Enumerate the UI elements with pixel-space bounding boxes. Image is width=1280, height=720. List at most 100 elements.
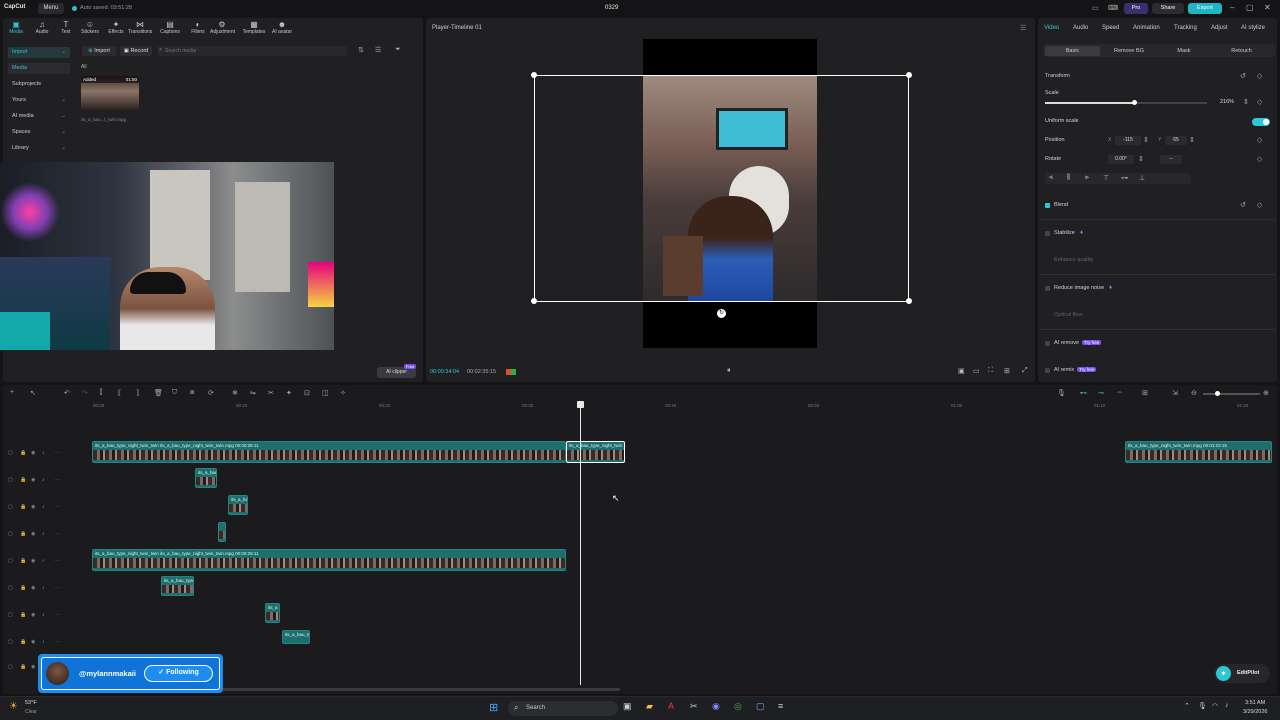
- shield-icon[interactable]: ⛉: [172, 389, 177, 397]
- stepper-icon[interactable]: ⇕: [1138, 155, 1144, 163]
- split-right-icon[interactable]: ⟧: [136, 389, 139, 397]
- tray-arrow-icon[interactable]: ⌃: [1184, 702, 1190, 710]
- audio-icon[interactable]: ♪: [42, 639, 45, 645]
- track-cover-icon[interactable]: ▢: [8, 612, 13, 618]
- lock-icon[interactable]: 🔒: [20, 612, 26, 618]
- video-clip[interactable]: its_a: [265, 603, 280, 623]
- align-left-icon[interactable]: ⫷: [1049, 174, 1053, 182]
- track-cover-icon[interactable]: ▢: [8, 639, 13, 645]
- align-middle-icon[interactable]: ⊶: [1121, 174, 1128, 182]
- maximize-icon[interactable]: ▢: [1246, 3, 1254, 12]
- audio-icon[interactable]: ♪: [42, 477, 45, 483]
- track-cover-icon[interactable]: ▢: [8, 558, 13, 564]
- app-icon[interactable]: ▢: [756, 701, 765, 712]
- ai-remix-checkbox[interactable]: [1045, 368, 1050, 373]
- file-explorer-icon[interactable]: ▰: [646, 701, 653, 712]
- capcut-taskbar-icon[interactable]: ≡: [778, 701, 783, 711]
- magnet-icon[interactable]: ⊷: [1080, 389, 1087, 397]
- speed-icon[interactable]: ⟳: [208, 389, 214, 397]
- video-clip[interactable]: its_a_bau_type_night_twin_twin its_a_bau…: [92, 549, 566, 571]
- scale-value[interactable]: 216%: [1220, 99, 1234, 105]
- track-cover-icon[interactable]: ▢: [8, 504, 13, 510]
- track-cover-icon[interactable]: ▢: [8, 477, 13, 483]
- link-icon[interactable]: ⊸: [1098, 389, 1104, 397]
- audio-icon[interactable]: ♪: [42, 585, 45, 591]
- track-cover-icon[interactable]: ▢: [8, 585, 13, 591]
- resize-handle[interactable]: [531, 72, 537, 78]
- reduce-noise-checkbox[interactable]: [1045, 286, 1050, 291]
- keyframe-icon[interactable]: ◇: [1257, 155, 1262, 163]
- keyframe-icon[interactable]: ◇: [1257, 72, 1262, 80]
- audio-icon[interactable]: ♪: [42, 504, 45, 510]
- toolbar-item-effects[interactable]: ✦ Effects: [104, 20, 128, 35]
- audio-icon[interactable]: ♪: [42, 531, 45, 537]
- import-button[interactable]: ⊕ Import: [82, 46, 116, 56]
- track-more-icon[interactable]: ⋯: [55, 639, 60, 645]
- track-cover-icon[interactable]: ▢: [8, 664, 13, 670]
- zoom-out-icon[interactable]: ⊖: [1191, 389, 1197, 397]
- zoom-slider-knob[interactable]: [1215, 391, 1220, 396]
- position-y-input[interactable]: 65: [1165, 136, 1187, 145]
- export-button[interactable]: Export: [1188, 3, 1222, 14]
- mic-tray-icon[interactable]: 🎙: [1198, 702, 1207, 710]
- toolbar-item-templates[interactable]: ▦ Templates: [242, 20, 266, 35]
- zoom-in-icon[interactable]: ⊕: [1263, 389, 1269, 397]
- snap-icon[interactable]: ⊞: [1142, 389, 1148, 397]
- windows-start-icon[interactable]: ⊞: [489, 701, 498, 714]
- taskbar-search[interactable]: ⌕ Search: [508, 701, 618, 716]
- subtab-mask[interactable]: Mask: [1158, 46, 1210, 56]
- uniform-scale-toggle[interactable]: [1252, 118, 1270, 126]
- ai-remove-checkbox[interactable]: [1045, 341, 1050, 346]
- subtab-remove-bg[interactable]: Remove BG: [1103, 46, 1155, 56]
- layout-icon[interactable]: ▭: [1092, 4, 1099, 12]
- sidebar-item-subprojects[interactable]: Subprojects: [8, 79, 70, 90]
- ratio-icon[interactable]: ▭: [973, 367, 980, 375]
- pro-button[interactable]: Pro: [1124, 3, 1148, 14]
- view-icon[interactable]: ☰: [375, 46, 381, 54]
- playhead-handle[interactable]: [577, 401, 584, 408]
- minimize-icon[interactable]: –: [1230, 3, 1234, 12]
- capcut-icon[interactable]: ✂: [690, 701, 698, 712]
- sidebar-item-ai-media[interactable]: AI media →: [8, 111, 70, 122]
- lock-icon[interactable]: 🔒: [20, 450, 26, 456]
- undo-icon[interactable]: ↶: [64, 389, 70, 397]
- rotate-input[interactable]: 0.00°: [1108, 155, 1134, 164]
- tab-animation[interactable]: Animation: [1133, 25, 1160, 31]
- lock-icon[interactable]: 🔒: [20, 639, 26, 645]
- track-more-icon[interactable]: ⋯: [55, 612, 60, 618]
- stepper-icon[interactable]: ⇕: [1243, 98, 1249, 106]
- split-icon[interactable]: ⫿: [100, 389, 102, 397]
- lock-icon[interactable]: 🔒: [20, 504, 26, 510]
- tab-tracking[interactable]: Tracking: [1174, 25, 1197, 31]
- video-clip[interactable]: its_a_bau_ty: [282, 630, 310, 644]
- video-clip[interactable]: its_a_bau: [195, 468, 217, 488]
- track-more-icon[interactable]: ⋯: [55, 450, 60, 456]
- project-name[interactable]: 0329: [605, 5, 618, 11]
- video-clip[interactable]: its_a_bau_type_night_twin_twin its_a_bau…: [92, 441, 566, 463]
- eye-icon[interactable]: ◉: [31, 450, 35, 456]
- toolbar-item-media[interactable]: ▣ Media: [4, 20, 28, 35]
- lock-icon[interactable]: 🔒: [20, 531, 26, 537]
- tab-audio[interactable]: Audio: [1073, 25, 1088, 31]
- eye-icon[interactable]: ◉: [31, 558, 35, 564]
- track-more-icon[interactable]: ⋯: [55, 558, 60, 564]
- text-to-icon[interactable]: ⊡: [304, 389, 310, 397]
- track-more-icon[interactable]: ⋯: [55, 531, 60, 537]
- filter-all[interactable]: All: [81, 64, 87, 70]
- lock-icon[interactable]: 🔒: [20, 558, 26, 564]
- search-input[interactable]: Search media: [157, 46, 347, 56]
- eye-icon[interactable]: ◉: [31, 664, 35, 670]
- reset-icon[interactable]: ↺: [1240, 72, 1246, 80]
- track-more-icon[interactable]: ⋯: [55, 585, 60, 591]
- shortcuts-icon[interactable]: ⌨: [1108, 4, 1118, 12]
- tab-adjust[interactable]: Adjust: [1211, 25, 1228, 31]
- tab-speed[interactable]: Speed: [1102, 25, 1119, 31]
- zoom-slider[interactable]: [1203, 391, 1260, 396]
- ai-cut-icon[interactable]: ✂: [268, 389, 274, 397]
- position-x-input[interactable]: -115: [1115, 136, 1141, 145]
- resize-handle[interactable]: [906, 298, 912, 304]
- track-cover-icon[interactable]: ▢: [8, 450, 13, 456]
- editpilot-button[interactable]: ✦ EditPilot: [1214, 664, 1270, 683]
- rotate-handle-icon[interactable]: ↻: [717, 309, 726, 318]
- close-icon[interactable]: ✕: [1264, 3, 1271, 12]
